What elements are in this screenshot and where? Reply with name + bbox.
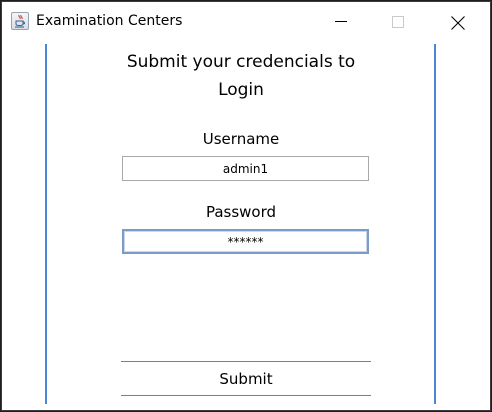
login-heading-line1: Submit your credencials to: [126, 52, 356, 72]
login-window: Examination Centers Submit your credenci…: [1, 1, 491, 411]
title-bar[interactable]: Examination Centers: [2, 2, 490, 42]
right-border-line: [434, 44, 436, 404]
submit-button[interactable]: Submit: [121, 361, 371, 396]
username-label: Username: [202, 130, 280, 148]
password-label: Password: [205, 203, 277, 221]
java-cup-icon: [11, 12, 29, 30]
maximize-button[interactable]: [375, 2, 421, 42]
window-title: Examination Centers: [36, 13, 183, 29]
minimize-button[interactable]: [318, 2, 364, 42]
username-field[interactable]: [122, 156, 369, 181]
password-field[interactable]: [122, 229, 369, 254]
close-button[interactable]: [434, 2, 480, 42]
left-border-line: [45, 44, 47, 404]
login-heading-line2: Login: [218, 80, 264, 100]
login-panel: Submit your credencials to Login Usernam…: [2, 42, 490, 410]
